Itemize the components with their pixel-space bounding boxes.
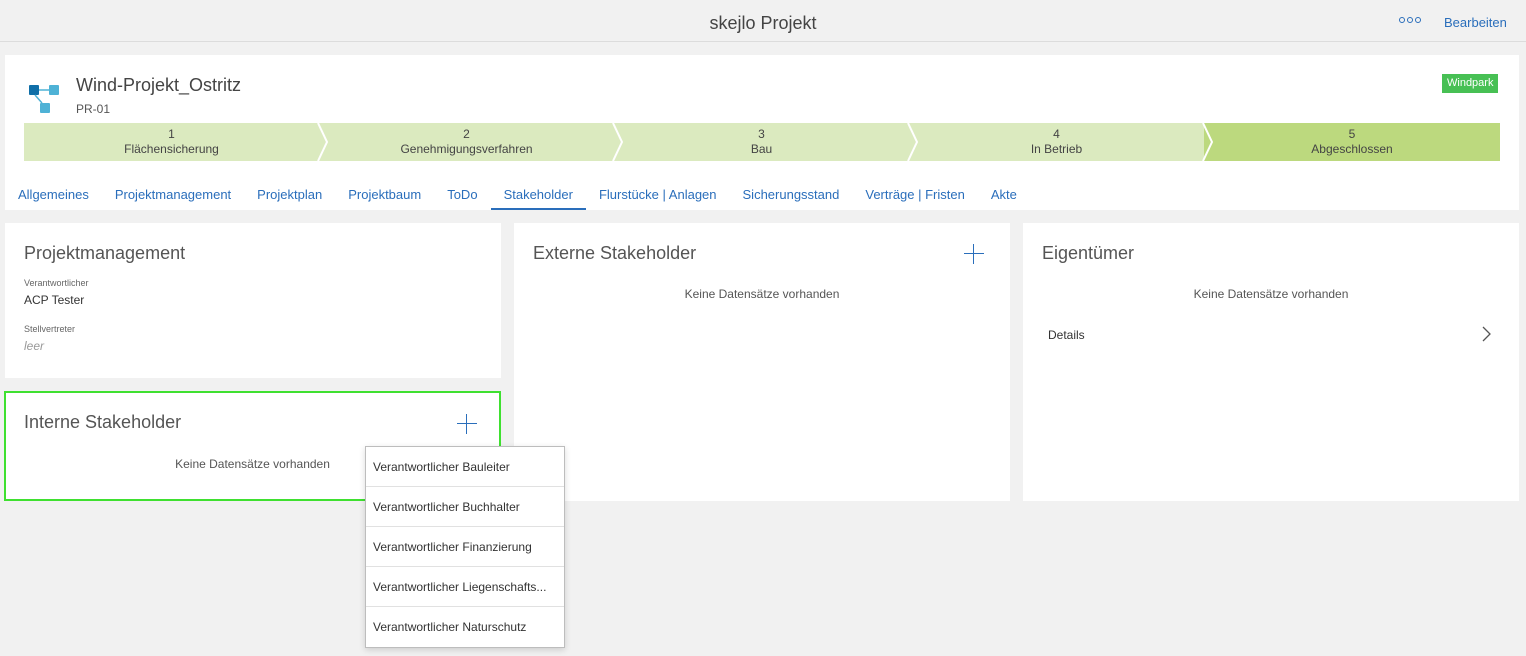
tab-vertraege-fristen[interactable]: Verträge | Fristen [852, 180, 977, 210]
card-title: Projektmanagement [24, 243, 186, 263]
process-step-1[interactable]: 1 Flächensicherung [24, 123, 319, 161]
step-separator [1202, 123, 1214, 161]
hierarchy-icon [29, 85, 59, 113]
add-stakeholder-menu: Verantwortlicher Bauleiter Verantwortlic… [365, 446, 565, 648]
menu-item-buchhalter[interactable]: Verantwortlicher Buchhalter [366, 487, 564, 527]
tab-projektmanagement[interactable]: Projektmanagement [102, 180, 244, 210]
process-step-3[interactable]: 3 Bau [614, 123, 909, 161]
project-name: Wind-Projekt_Ostritz [76, 75, 242, 95]
more-horizontal-icon[interactable] [1399, 12, 1421, 28]
project-management-card: Projektmanagement Verantwortlicher ACP T… [5, 223, 501, 378]
empty-message: Keine Datensätze vorhanden [1193, 287, 1349, 301]
project-code: PR-01 [76, 102, 111, 116]
add-external-stakeholder-icon[interactable] [963, 243, 985, 265]
tab-akte[interactable]: Akte [978, 180, 1030, 210]
card-title: Eigentümer [1042, 243, 1135, 263]
process-step-2[interactable]: 2 Genehmigungsverfahren [319, 123, 614, 161]
step-label: Genehmigungsverfahren [400, 142, 533, 156]
step-separator [317, 123, 329, 161]
step-number: 2 [463, 127, 470, 141]
tab-projektplan[interactable]: Projektplan [244, 180, 335, 210]
project-header: Wind-Projekt_Ostritz PR-01 Windpark 1 Fl… [5, 55, 1519, 210]
tab-todo[interactable]: ToDo [434, 180, 490, 210]
menu-item-liegenschafts[interactable]: Verantwortlicher Liegenschafts... [366, 567, 564, 607]
step-number: 4 [1053, 127, 1060, 141]
empty-message: Keine Datensätze vorhanden [684, 287, 840, 301]
edit-button[interactable]: Bearbeiten [1444, 15, 1507, 30]
add-internal-stakeholder-icon[interactable] [456, 413, 478, 435]
external-stakeholder-card: Externe Stakeholder Keine Datensätze vor… [514, 223, 1010, 501]
tab-flurstuecke-anlagen[interactable]: Flurstücke | Anlagen [586, 180, 730, 210]
step-label: Flächensicherung [124, 142, 219, 156]
step-number: 1 [168, 127, 175, 141]
step-separator [612, 123, 624, 161]
tab-sicherungsstand[interactable]: Sicherungsstand [730, 180, 853, 210]
tab-stakeholder[interactable]: Stakeholder [490, 180, 587, 210]
top-bar: skejlo Projekt Bearbeiten [0, 0, 1526, 42]
step-number: 3 [758, 127, 765, 141]
tab-allgemeines[interactable]: Allgemeines [5, 180, 102, 210]
responsible-value[interactable]: ACP Tester [24, 293, 84, 307]
step-label: In Betrieb [1030, 142, 1083, 156]
details-row[interactable]: Details [1028, 318, 1514, 352]
chevron-right-icon [1482, 326, 1491, 342]
step-number: 5 [1348, 127, 1356, 141]
project-type-badge: Windpark [1442, 74, 1499, 93]
deputy-value: leer [24, 339, 45, 353]
owner-card: Eigentümer Keine Datensätze vorhanden De… [1023, 223, 1519, 501]
menu-item-finanzierung[interactable]: Verantwortlicher Finanzierung [366, 527, 564, 567]
process-step-4[interactable]: 4 In Betrieb [909, 123, 1204, 161]
menu-item-bauleiter[interactable]: Verantwortlicher Bauleiter [366, 447, 564, 487]
card-title: Interne Stakeholder [24, 412, 182, 432]
details-label: Details [1048, 328, 1085, 342]
step-label: Abgeschlossen [1311, 142, 1393, 156]
process-bar: 1 Flächensicherung 2 Genehmigungsverfahr… [24, 123, 1500, 161]
process-step-5[interactable]: 5 Abgeschlossen [1204, 123, 1500, 161]
tab-projektbaum[interactable]: Projektbaum [335, 180, 434, 210]
tab-bar: Allgemeines Projektmanagement Projektpla… [5, 180, 1030, 210]
step-separator [907, 123, 919, 161]
step-label: Bau [750, 142, 773, 156]
app-title: skejlo Projekt [709, 13, 817, 33]
responsible-label: Verantwortlicher [24, 278, 89, 288]
card-title: Externe Stakeholder [533, 243, 697, 263]
deputy-label: Stellvertreter [24, 324, 76, 334]
menu-item-naturschutz[interactable]: Verantwortlicher Naturschutz [366, 607, 564, 647]
